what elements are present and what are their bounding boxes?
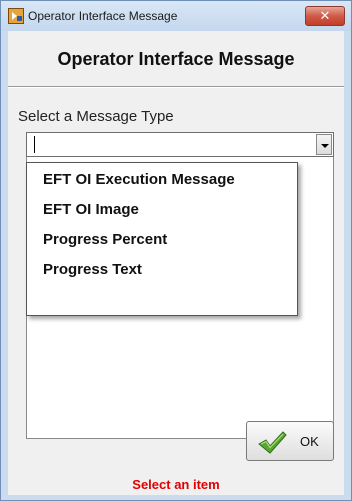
ok-button[interactable]: OK xyxy=(246,421,334,461)
message-type-combobox[interactable] xyxy=(26,132,334,157)
dropdown-option-eft-oi-image[interactable]: EFT OI Image xyxy=(43,201,139,218)
message-type-dropdown: EFT OI Execution Message EFT OI Image Pr… xyxy=(26,162,298,316)
checkmark-icon xyxy=(258,431,287,454)
status-message: Select an item xyxy=(132,477,220,492)
text-caret xyxy=(34,136,35,153)
dialog-heading: Operator Interface Message xyxy=(57,49,295,69)
app-icon xyxy=(8,8,24,24)
divider xyxy=(8,86,344,88)
window-title: Operator Interface Message xyxy=(28,9,178,23)
close-icon: ✕ xyxy=(319,8,331,23)
dialog-window: Operator Interface Message ✕ Operator In… xyxy=(0,0,352,501)
message-type-label: Select a Message Type xyxy=(18,108,174,125)
close-button[interactable]: ✕ xyxy=(305,6,345,26)
title-bar[interactable]: Operator Interface Message ✕ xyxy=(1,1,351,31)
dialog-client-area: Operator Interface Message Select a Mess… xyxy=(8,31,344,495)
dropdown-option-eft-oi-execution-message[interactable]: EFT OI Execution Message xyxy=(43,171,235,188)
dropdown-option-progress-text[interactable]: Progress Text xyxy=(43,261,142,278)
chevron-down-icon[interactable] xyxy=(316,134,332,155)
ok-button-label: OK xyxy=(300,434,319,449)
dropdown-option-progress-percent[interactable]: Progress Percent xyxy=(43,231,167,248)
